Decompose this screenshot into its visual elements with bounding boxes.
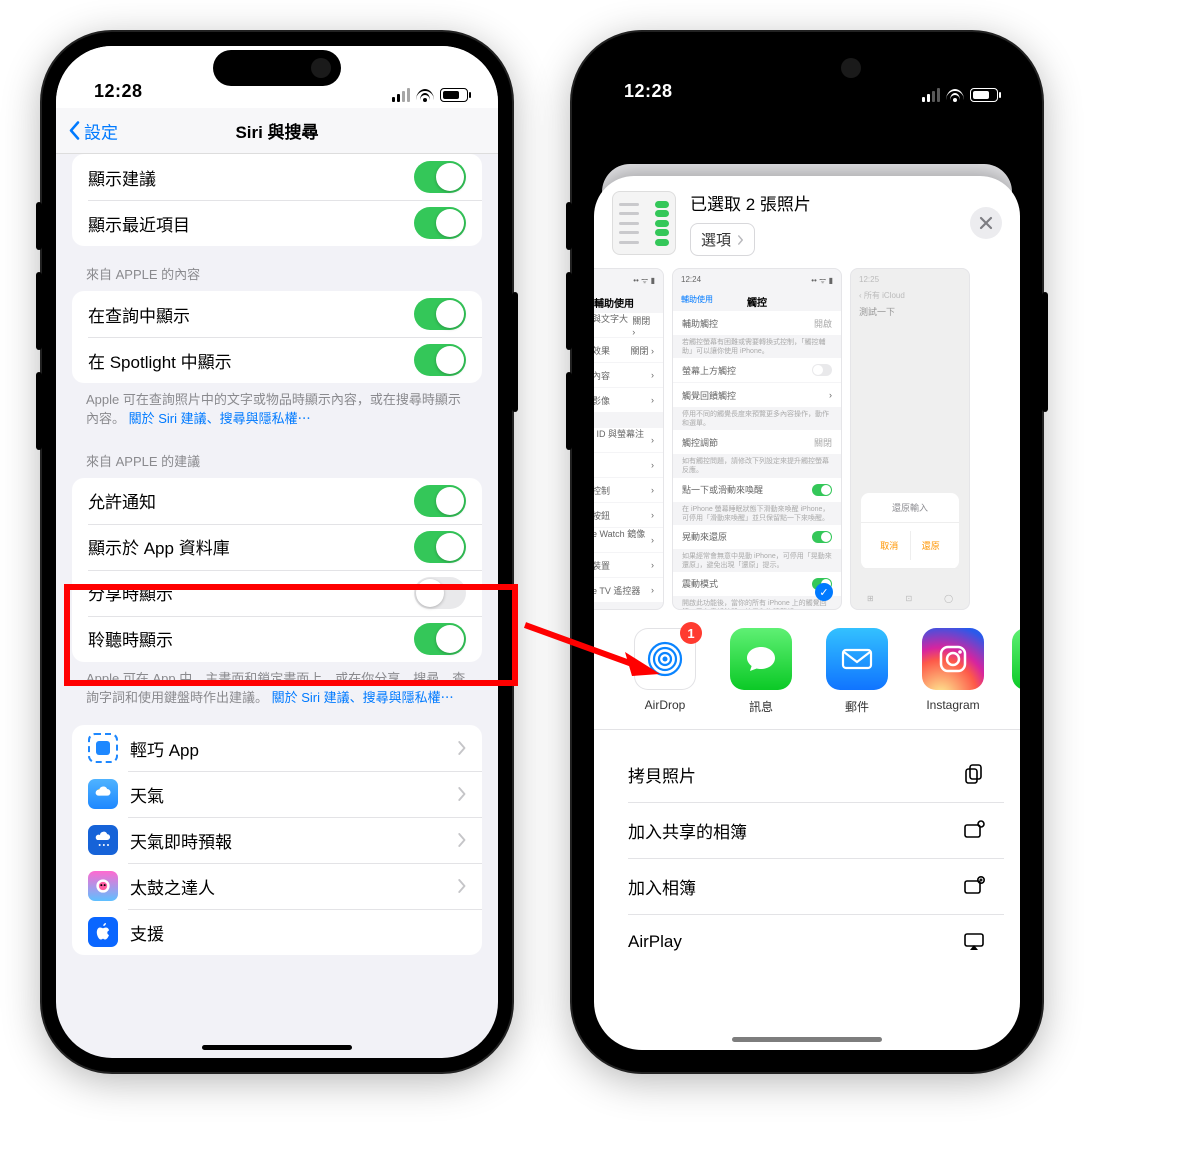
share-title: 已選取 2 張照片 [690, 190, 956, 215]
taiko-icon [88, 871, 118, 901]
album-add-icon [962, 874, 986, 898]
app-clip-icon [88, 733, 118, 763]
chevron-right-icon [457, 740, 466, 756]
share-header: 已選取 2 張照片 選項 [594, 176, 1020, 268]
share-apps-row[interactable]: 1 AirDrop 訊息 郵件 [594, 610, 1020, 730]
group-apple-content: 在查詢中顯示 在 Spotlight 中顯示 [72, 291, 482, 383]
preview-1[interactable]: •• ᯤ ▮ 輔助使用 顯示與文字大小關閉 › 動態效果關閉 › 音訊內容› 語… [594, 268, 664, 610]
toggle-show-on-listen[interactable] [414, 623, 466, 655]
toggle-show-recents[interactable] [414, 207, 466, 239]
dynamic-island [213, 50, 341, 86]
status-time: 12:28 [94, 81, 143, 102]
chevron-left-icon [68, 121, 80, 141]
airdrop-badge: 1 [680, 622, 702, 644]
status-indicators [392, 88, 468, 102]
cell-show-app-lib[interactable]: 顯示於 App 資料庫 [72, 524, 482, 570]
action-copy-photo[interactable]: 拷貝照片 [610, 746, 1004, 802]
chevron-right-icon [737, 234, 744, 246]
screen-settings: 12:28 設定 Siri 與搜尋 顯示建議 顯示最近項目 [56, 46, 498, 1058]
nav-bar: 設定 Siri 與搜尋 [56, 108, 498, 154]
wifi-icon [946, 89, 964, 102]
signal-icon [392, 88, 410, 102]
home-indicator[interactable] [732, 1037, 882, 1042]
instagram-icon [922, 628, 984, 690]
apple-support-icon [88, 917, 118, 947]
cell-show-suggestions[interactable]: 顯示建議 [72, 154, 482, 200]
preview-2[interactable]: 12:24•• ᯤ ▮ 輔助使用 觸控 輔助觸控開啟 若觸控螢幕有困難或需要轉換… [672, 268, 842, 610]
signal-icon [922, 88, 940, 102]
share-sheet: 已選取 2 張照片 選項 •• ᯤ ▮ 輔助使用 顯示與文字大小關閉 › [594, 176, 1020, 1050]
back-button[interactable]: 設定 [68, 118, 118, 143]
share-app-more[interactable] [1012, 628, 1020, 715]
header-apple-content: 來自 APPLE 的內容 [56, 246, 498, 291]
toggle-show-suggestions[interactable] [414, 161, 466, 193]
toggle-show-on-share[interactable] [414, 577, 466, 609]
phone-left: 12:28 設定 Siri 與搜尋 顯示建議 顯示最近項目 [42, 32, 512, 1072]
cell-app-weather[interactable]: 天氣 [72, 771, 482, 817]
footer-apple-content: Apple 可在查詢照片中的文字或物品時顯示內容，或在搜尋時顯示內容。 關於 S… [56, 383, 498, 433]
dynamic-island [743, 50, 871, 86]
weather-icon [88, 779, 118, 809]
messages-icon [730, 628, 792, 690]
close-icon [979, 216, 993, 230]
mail-icon [826, 628, 888, 690]
cell-app-support[interactable]: 支援 [72, 909, 482, 955]
airplay-icon [962, 930, 986, 954]
chevron-right-icon [457, 786, 466, 802]
airdrop-icon: 1 [634, 628, 696, 690]
toggle-show-in-spotlight[interactable] [414, 344, 466, 376]
group-top: 顯示建議 顯示最近項目 [72, 154, 482, 246]
wifi-icon [416, 89, 434, 102]
toggle-show-in-lookup[interactable] [414, 298, 466, 330]
home-indicator[interactable] [202, 1045, 352, 1050]
phone-right: 12:28 已選取 2 張照片 選項 [572, 32, 1042, 1072]
share-options-button[interactable]: 選項 [690, 223, 755, 256]
cell-show-on-listen[interactable]: 聆聽時顯示 [72, 616, 482, 662]
share-app-instagram[interactable]: Instagram [916, 628, 990, 715]
back-label: 設定 [84, 118, 118, 143]
cell-show-in-lookup[interactable]: 在查詢中顯示 [72, 291, 482, 337]
group-apple-suggestions: 允許通知 顯示於 App 資料庫 分享時顯示 聆聽時顯示 [72, 478, 482, 662]
preview-scroll[interactable]: •• ᯤ ▮ 輔助使用 顯示與文字大小關閉 › 動態效果關閉 › 音訊內容› 語… [594, 268, 1020, 610]
shared-album-icon [962, 818, 986, 842]
battery-icon [970, 88, 998, 102]
link-siri-privacy-2[interactable]: 關於 Siri 建議、搜尋與隱私權⋯ [272, 690, 454, 705]
share-app-airdrop[interactable]: 1 AirDrop [628, 628, 702, 715]
chevron-right-icon [457, 832, 466, 848]
header-apple-suggestions: 來自 APPLE 的建議 [56, 433, 498, 478]
action-add-shared-album[interactable]: 加入共享的相簿 [610, 802, 1004, 858]
copy-icon [962, 762, 986, 786]
cell-app-weather-now[interactable]: 天氣即時預報 [72, 817, 482, 863]
cell-app-taiko[interactable]: 太鼓之達人 [72, 863, 482, 909]
action-airplay[interactable]: AirPlay [610, 914, 1004, 970]
toggle-show-app-lib[interactable] [414, 531, 466, 563]
screen-share-sheet: 12:28 已選取 2 張照片 選項 [586, 46, 1028, 1058]
action-add-album[interactable]: 加入相簿 [610, 858, 1004, 914]
cell-show-on-share[interactable]: 分享時顯示 [72, 570, 482, 616]
battery-icon [440, 88, 468, 102]
share-app-mail[interactable]: 郵件 [820, 628, 894, 715]
footer-apple-suggestions: Apple 可在 App 中、主畫面和鎖定畫面上，或在你分享、搜尋、查詢字詞和使… [56, 662, 498, 712]
share-thumbnail [612, 191, 676, 255]
settings-scroll[interactable]: 顯示建議 顯示最近項目 來自 APPLE 的內容 在查詢中顯示 在 Spotli… [56, 154, 498, 1058]
status-time: 12:28 [624, 81, 673, 102]
link-siri-privacy-1[interactable]: 關於 Siri 建議、搜尋與隱私權⋯ [129, 411, 311, 426]
cell-app-clip[interactable]: 輕巧 App [72, 725, 482, 771]
share-app-messages[interactable]: 訊息 [724, 628, 798, 715]
status-indicators [922, 88, 998, 102]
chevron-right-icon [457, 878, 466, 894]
preview-3[interactable]: 12:25 ‹ 所有 iCloud 測試一下 還原輸入 取消 還原 ⊞⊡◯ [850, 268, 970, 610]
selected-check-icon: ✓ [815, 583, 833, 601]
nav-title: Siri 與搜尋 [235, 118, 318, 143]
cell-allow-notif[interactable]: 允許通知 [72, 478, 482, 524]
cell-show-recents[interactable]: 顯示最近項目 [72, 200, 482, 246]
cell-show-in-spotlight[interactable]: 在 Spotlight 中顯示 [72, 337, 482, 383]
share-actions: 拷貝照片 加入共享的相簿 加入相簿 AirPlay [610, 746, 1004, 970]
close-button[interactable] [970, 207, 1002, 239]
weather-now-icon [88, 825, 118, 855]
group-apps: 輕巧 App 天氣 天氣即時預報 [72, 725, 482, 955]
toggle-allow-notif[interactable] [414, 485, 466, 517]
